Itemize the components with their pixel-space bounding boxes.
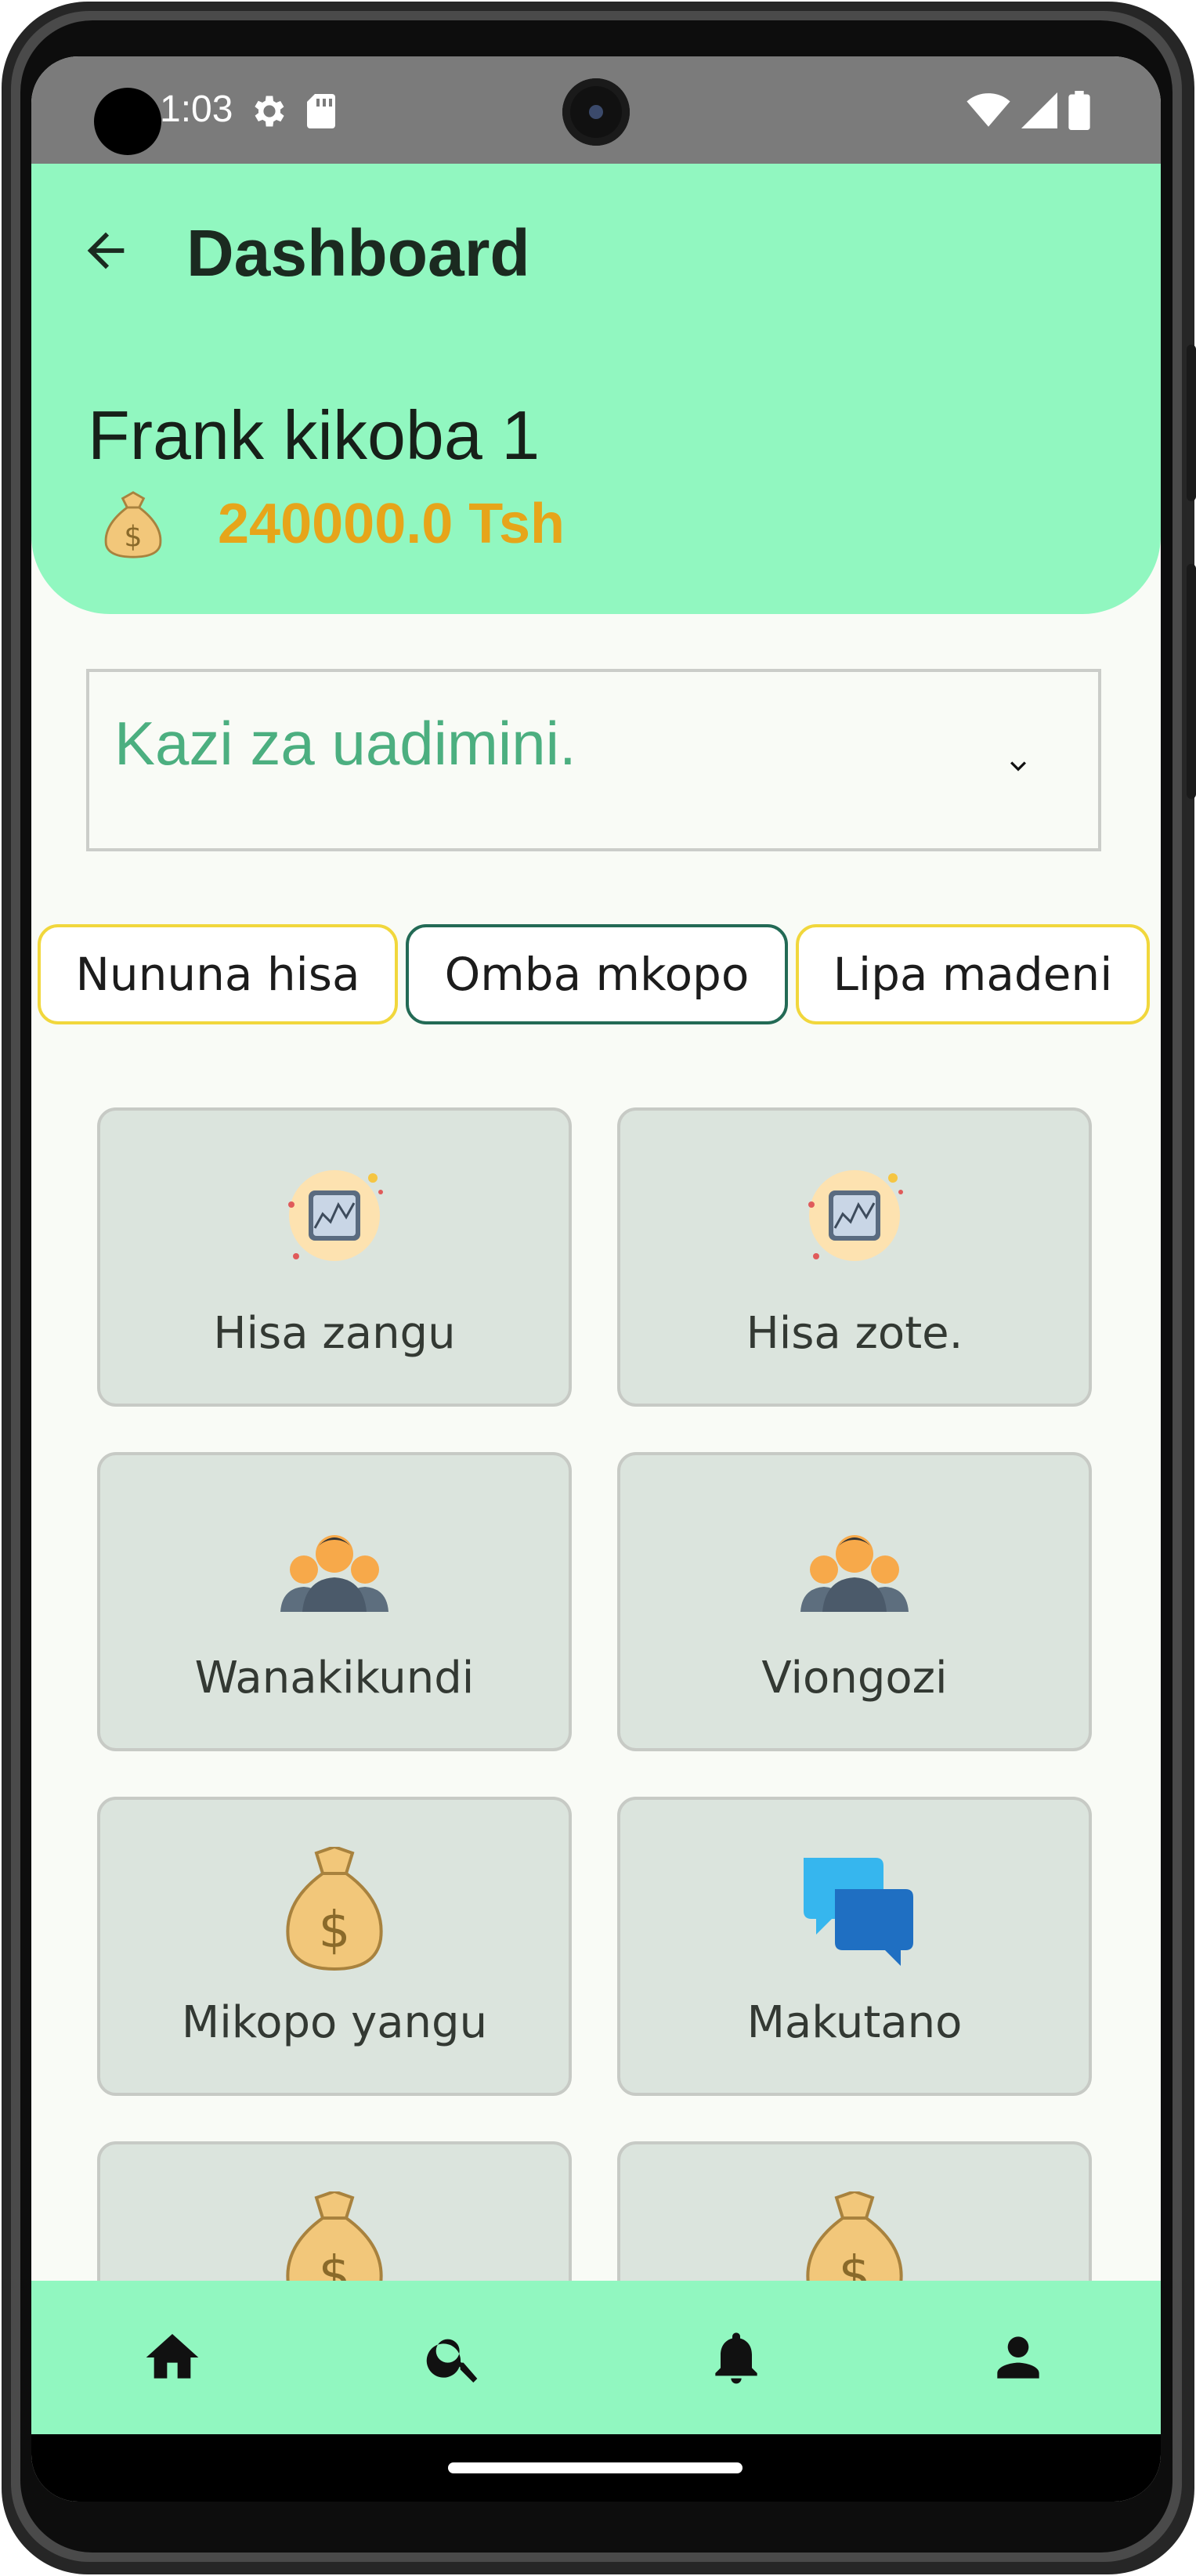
home-gesture-bar[interactable] [448,2462,743,2473]
task-dropdown[interactable]: Kazi za uadimini. [86,669,1101,851]
punch-hole [94,88,161,155]
card-label: Viongozi [761,1653,948,1703]
bottom-navigation [31,2281,1161,2434]
chip-omba-mkopo[interactable]: Omba mkopo [406,924,788,1024]
card-label: Makutano [746,1997,963,2048]
stock-chart-icon [288,1170,383,1261]
volume-button [1187,345,1196,501]
balance-row: $ 240000.0 Tsh [96,488,565,560]
svg-text:$: $ [319,1902,351,1960]
status-bar: 1:03 [31,56,1161,164]
card-wanakikundi[interactable]: Wanakikundi [97,1452,572,1751]
card-label: Wanakikundi [194,1653,475,1703]
svg-text:$: $ [124,520,142,554]
sd-card-icon [307,94,335,128]
person-icon[interactable] [987,2326,1050,2389]
header: Dashboard Frank kikoba 1 $ 240000.0 Tsh [31,164,1161,614]
card-label: Hisa zangu [213,1308,456,1359]
card-mikopo-yangu[interactable]: $ Mikopo yangu [97,1797,572,2096]
money-bag-icon: $ [104,491,162,558]
wifi-icon [967,93,1010,127]
group-people-icon [800,1535,909,1612]
phone-frame: 1:03 Dashboard Frank kikoba 1 $ 240000.0… [0,0,1196,2576]
page-title: Dashboard [186,216,530,290]
group-people-icon [280,1535,388,1612]
balance-amount: 240000.0 Tsh [218,493,565,555]
card-makutano[interactable]: Makutano [617,1797,1092,2096]
back-arrow-icon[interactable] [78,223,133,278]
card-viongozi[interactable]: Viongozi [617,1452,1092,1751]
group-name: Frank kikoba 1 [88,396,540,474]
cellular-signal-icon [1021,92,1057,128]
status-icons-left [249,91,337,132]
screen: 1:03 Dashboard Frank kikoba 1 $ 240000.0… [31,56,1161,2502]
bell-icon[interactable] [705,2326,768,2389]
gesture-area [31,2434,1161,2502]
home-icon[interactable] [141,2326,204,2389]
status-time: 1:03 [160,89,233,130]
card-label: Mikopo yangu [181,1997,488,2048]
card-hisa-zangu[interactable]: Hisa zangu [97,1107,572,1407]
battery-icon [1068,91,1090,130]
card-hisa-zote[interactable]: Hisa zote. [617,1107,1092,1407]
settings-gear-icon [255,96,284,127]
dropdown-selected-value: Kazi za uadimini. [114,709,576,778]
card-label: Hisa zote. [746,1308,963,1359]
search-icon[interactable] [423,2326,486,2389]
chat-bubbles-icon [804,1858,913,1966]
front-camera [562,78,630,146]
chip-nununa-hisa[interactable]: Nununa hisa [38,924,398,1024]
money-bag-icon: $ [286,1847,383,1971]
status-icons-right [967,91,1090,130]
power-button [1187,564,1196,799]
chip-lipa-madeni[interactable]: Lipa madeni [796,924,1150,1024]
chevron-down-icon [1010,761,1026,771]
stock-chart-icon [808,1170,903,1261]
action-chips: Nununa hisa Omba mkopo Lipa madeni [38,924,1150,1026]
